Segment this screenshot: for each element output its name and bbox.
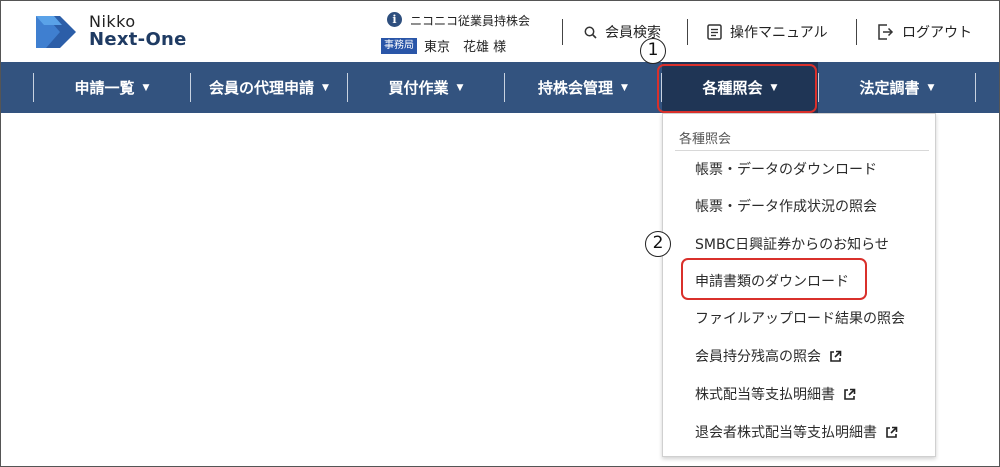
menu-item-label: 株式配当等支払明細書 xyxy=(695,387,835,403)
logout-icon xyxy=(878,24,894,40)
menu-item-report-data-download[interactable]: 帳票・データのダウンロード xyxy=(695,157,877,181)
org-info: i ニコニコ従業員持株会 事務局 東京 花雄 様 xyxy=(381,11,551,55)
menu-item-label: 会員持分残高の照会 xyxy=(695,349,821,365)
role-badge: 事務局 xyxy=(381,38,417,54)
logout-label: ログアウト xyxy=(902,25,972,41)
nav-item-label: 持株会管理 xyxy=(538,79,614,97)
highlight-box-inquiries xyxy=(657,64,817,113)
header-divider xyxy=(687,19,688,45)
logo-text-nextone: Next-One xyxy=(89,29,187,50)
nav-item-purchase-work[interactable]: 買付作業 ▼ xyxy=(348,62,504,113)
menu-item-label: 帳票・データのダウンロード xyxy=(695,162,877,178)
menu-item-smbc-notices[interactable]: SMBC日興証券からのお知らせ xyxy=(695,232,889,256)
menu-item-withdrawn-dividend-statement[interactable]: 退会者株式配当等支払明細書 xyxy=(695,420,898,444)
nav-divider xyxy=(975,73,976,102)
header-divider xyxy=(856,19,857,45)
logout-link[interactable]: ログアウト xyxy=(877,21,972,43)
external-link-icon xyxy=(830,350,842,362)
chevron-down-icon: ▼ xyxy=(927,82,935,93)
info-icon: i xyxy=(387,12,402,27)
manual-link[interactable]: 操作マニュアル xyxy=(707,21,828,43)
menu-item-dividend-statement[interactable]: 株式配当等支払明細書 xyxy=(695,382,856,406)
external-link-icon xyxy=(886,426,898,438)
manual-label: 操作マニュアル xyxy=(730,25,828,41)
highlight-box-application-forms xyxy=(681,258,867,300)
main-nav: 申請一覧 ▼ 会員の代理申請 ▼ 買付作業 ▼ 持株会管理 ▼ 各種照会 ▼ 法定調書 ▼ xyxy=(1,62,999,113)
menu-item-upload-results[interactable]: ファイルアップロード結果の照会 xyxy=(695,306,905,330)
nav-item-label: 会員の代理申請 xyxy=(209,79,315,97)
logo-mark-icon xyxy=(36,16,76,48)
step-number-badge: 1 xyxy=(640,38,666,64)
nav-item-legal-reports[interactable]: 法定調書 ▼ xyxy=(819,62,975,113)
dropdown-header: 各種照会 xyxy=(679,132,732,147)
top-header: Nikko Next-One i ニコニコ従業員持株会 事務局 東京 花雄 様 … xyxy=(1,1,999,62)
user-name: 東京 花雄 様 xyxy=(424,40,507,55)
nav-item-label: 買付作業 xyxy=(388,79,449,97)
menu-item-member-balance[interactable]: 会員持分残高の照会 xyxy=(695,344,842,368)
step-number-badge: 2 xyxy=(645,231,671,257)
dropdown-divider xyxy=(675,150,929,151)
nav-item-proxy-application[interactable]: 会員の代理申請 ▼ xyxy=(191,62,347,113)
nav-item-application-list[interactable]: 申請一覧 ▼ xyxy=(34,62,190,113)
menu-item-report-creation-status[interactable]: 帳票・データ作成状況の照会 xyxy=(695,194,877,218)
org-name: ニコニコ従業員持株会 xyxy=(410,14,531,28)
document-icon xyxy=(707,24,722,40)
menu-item-label: 帳票・データ作成状況の照会 xyxy=(695,199,877,215)
header-divider xyxy=(562,19,563,45)
chevron-down-icon: ▼ xyxy=(322,82,329,93)
logo[interactable]: Nikko Next-One xyxy=(34,11,214,53)
search-icon xyxy=(584,26,597,39)
chevron-down-icon: ▼ xyxy=(621,82,628,93)
menu-item-label: SMBC日興証券からのお知らせ xyxy=(695,237,889,253)
nav-item-label: 申請一覧 xyxy=(74,79,135,97)
chevron-down-icon: ▼ xyxy=(142,82,150,93)
menu-item-label: ファイルアップロード結果の照会 xyxy=(695,311,905,327)
nav-item-label: 法定調書 xyxy=(859,79,920,97)
nav-item-association-management[interactable]: 持株会管理 ▼ xyxy=(505,62,661,113)
menu-item-label: 退会者株式配当等支払明細書 xyxy=(695,425,877,441)
external-link-icon xyxy=(844,388,856,400)
chevron-down-icon: ▼ xyxy=(456,82,464,93)
